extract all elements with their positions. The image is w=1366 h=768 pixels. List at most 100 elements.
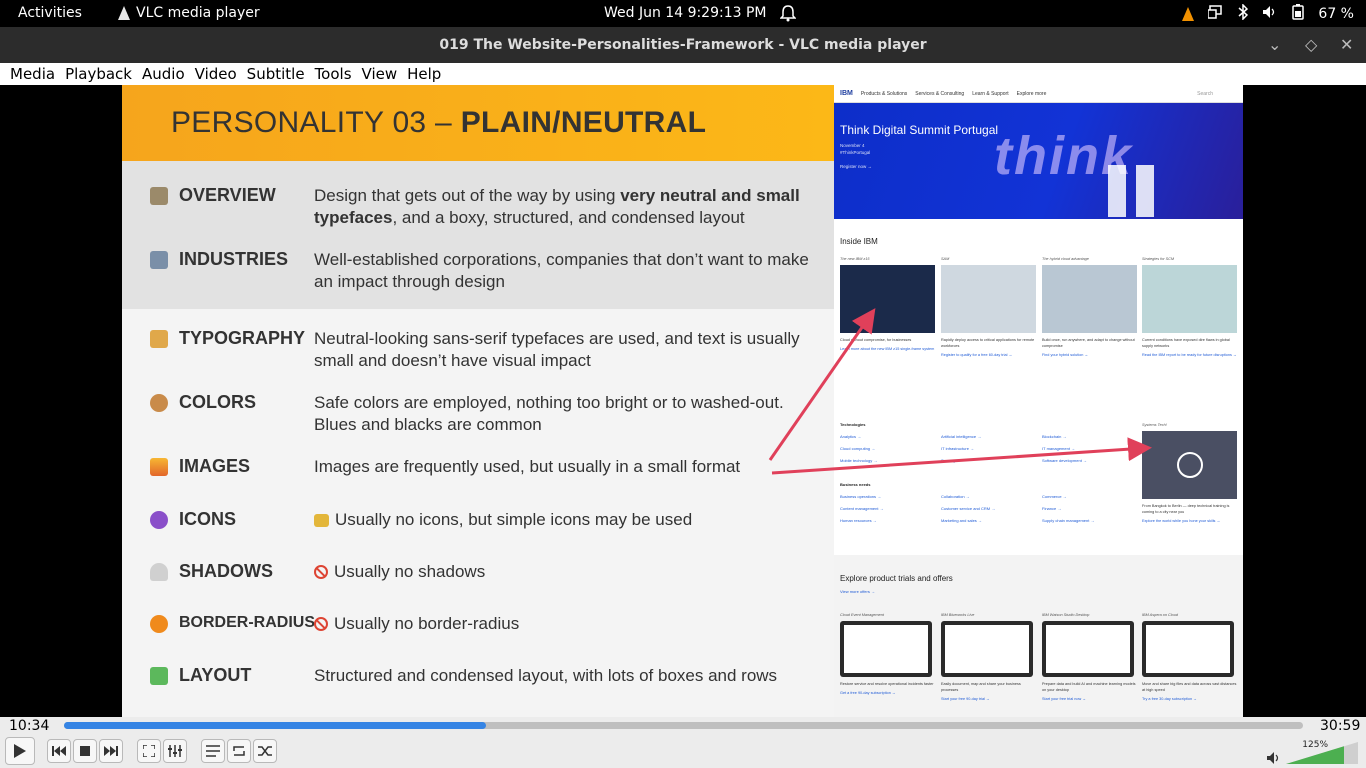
row-desc: Design that gets out of the way by using… — [314, 186, 800, 227]
window-title: 019 The Website-Personalities-Framework … — [439, 37, 927, 53]
technologies-col-1: Technologies Analytics → Cloud computing … — [840, 422, 878, 463]
video-area[interactable]: PERSONALITY 03 – PLAIN/NEUTRAL OVERVIEW … — [0, 85, 1366, 717]
ibm-card: Strategies for SCM Current conditions ha… — [1142, 257, 1237, 357]
battery-icon[interactable] — [1292, 4, 1305, 24]
row-desc: Safe colors are employed, nothing too br… — [314, 393, 784, 434]
ibm-hero: Think Digital Summit Portugal November 4… — [834, 103, 1243, 219]
card-image — [1142, 265, 1237, 333]
ibm-card: SAM Rapidly deploy access to critical ap… — [941, 257, 1036, 357]
ibm-search: Search — [1197, 90, 1213, 97]
ibm-nav-item: Learn & Support — [972, 90, 1009, 97]
maximize-button[interactable]: ◇ — [1305, 27, 1317, 63]
ibm-nav: IBM Products & Solutions Services & Cons… — [834, 85, 1243, 103]
laptop-image — [1142, 621, 1234, 677]
control-bar: 125% — [0, 735, 1366, 768]
menu-video[interactable]: Video — [190, 63, 242, 85]
row-desc: Usually no border-radius — [314, 613, 814, 635]
hero-sub: November 4 #ThinkPortugal Register now → — [840, 143, 873, 169]
elapsed-time: 10:34 — [9, 718, 50, 734]
card-image — [1042, 265, 1137, 333]
offers-section: Explore product trials and offers View m… — [834, 555, 1243, 717]
row-label: LAYOUT — [179, 665, 252, 685]
row-label: SHADOWS — [179, 561, 273, 581]
pause-overlay-icon — [1136, 165, 1154, 217]
vlc-tray-icon[interactable] — [1182, 7, 1195, 21]
ibm-nav-item: Services & Consulting — [915, 90, 965, 97]
previous-button[interactable] — [47, 739, 71, 763]
menu-view[interactable]: View — [357, 63, 403, 85]
seek-progress — [64, 722, 487, 729]
play-button[interactable] — [5, 737, 35, 765]
prohibited-icon — [314, 617, 328, 631]
offers-link: View more offers → — [840, 589, 875, 594]
slide-title: PERSONALITY 03 – PLAIN/NEUTRAL — [171, 106, 707, 139]
system-tray[interactable]: 67 % — [1182, 3, 1354, 24]
ghost-icon — [150, 563, 168, 581]
stop-button[interactable] — [73, 739, 97, 763]
next-button[interactable] — [99, 739, 123, 763]
card-image — [941, 265, 1036, 333]
orange-circle-icon — [150, 615, 168, 633]
row-desc: Usually no icons, but simple icons may b… — [314, 509, 814, 531]
writing-hand-icon — [150, 330, 168, 348]
ibm-card: The new IBM z15 Cloud without compromise… — [840, 257, 935, 357]
sunset-image-icon — [150, 458, 168, 476]
pause-overlay-icon — [1108, 165, 1126, 217]
row-desc: Images are frequently used, but usually … — [314, 457, 741, 476]
seek-bar: 10:34 30:59 — [0, 717, 1366, 735]
app-menu[interactable]: VLC media player — [118, 5, 260, 21]
puzzle-icon — [150, 667, 168, 685]
system-top-bar: Activities VLC media player Wed Jun 14 9… — [0, 0, 1366, 27]
ibm-nav-item: Products & Solutions — [860, 90, 908, 97]
slide: PERSONALITY 03 – PLAIN/NEUTRAL OVERVIEW … — [122, 85, 834, 717]
speaker-icon[interactable] — [1266, 749, 1280, 768]
ibm-logo: IBM — [840, 90, 853, 97]
loop-button[interactable] — [227, 739, 251, 763]
row-label: OVERVIEW — [179, 185, 276, 205]
row-desc: Structured and condensed layout, with lo… — [314, 666, 778, 685]
vlc-cone-icon — [118, 6, 130, 20]
menu-playback[interactable]: Playback — [60, 63, 137, 85]
offer-card: IBM Blueworks Live Easily document, map … — [941, 613, 1036, 702]
video-thumbnail — [1142, 431, 1237, 499]
menu-help[interactable]: Help — [402, 63, 446, 85]
slide-title-band: PERSONALITY 03 – PLAIN/NEUTRAL — [122, 85, 834, 161]
battery-percent: 67 % — [1318, 6, 1354, 22]
row-label: IMAGES — [179, 456, 251, 476]
offers-heading: Explore product trials and offers — [840, 574, 953, 583]
notification-bell-icon[interactable] — [779, 4, 797, 26]
menu-bar: Media Playback Audio Video Subtitle Tool… — [0, 63, 1366, 85]
menu-tools[interactable]: Tools — [310, 63, 357, 85]
playlist-button[interactable] — [201, 739, 225, 763]
person-shrugging-icon — [314, 514, 329, 527]
close-button[interactable]: ✕ — [1340, 27, 1353, 63]
screen-icon[interactable] — [1207, 5, 1224, 23]
ibm-nav-item: Explore more — [1016, 90, 1047, 97]
offer-card: Cloud Event Management Restore service a… — [840, 613, 934, 695]
shuffle-button[interactable] — [253, 739, 277, 763]
menu-media[interactable]: Media — [0, 63, 60, 85]
row-desc: Neutral-looking sans-serif typefaces are… — [314, 329, 800, 370]
extended-settings-button[interactable] — [163, 739, 187, 763]
row-label: ICONS — [179, 509, 237, 529]
activities-button[interactable]: Activities — [18, 5, 82, 21]
bank-icon — [150, 251, 168, 269]
business-col-1: Business needs Business operations → Cont… — [840, 482, 884, 523]
row-label: TYPOGRAPHY — [179, 328, 306, 348]
inside-ibm-heading: Inside IBM — [840, 237, 878, 246]
technologies-col-3: Blockchain → IT management → Software deve… — [1042, 434, 1087, 463]
ibm-video-card: Systems Tech! From Bangkok to Berlin — d… — [1142, 423, 1237, 524]
clock[interactable]: Wed Jun 14 9:29:13 PM — [604, 5, 767, 21]
row-label: INDUSTRIES — [179, 249, 289, 269]
row-desc: Usually no shadows — [314, 561, 814, 583]
menu-audio[interactable]: Audio — [137, 63, 190, 85]
bluetooth-icon[interactable] — [1238, 3, 1249, 24]
seek-slider[interactable] — [64, 722, 1303, 729]
hero-title: Think Digital Summit Portugal — [840, 123, 999, 137]
volume-slider[interactable] — [1286, 742, 1358, 764]
volume-icon[interactable] — [1262, 5, 1278, 23]
menu-subtitle[interactable]: Subtitle — [242, 63, 310, 85]
palette-icon — [150, 394, 168, 412]
fullscreen-button[interactable] — [137, 739, 161, 763]
minimize-button[interactable]: ⌄ — [1268, 27, 1281, 63]
